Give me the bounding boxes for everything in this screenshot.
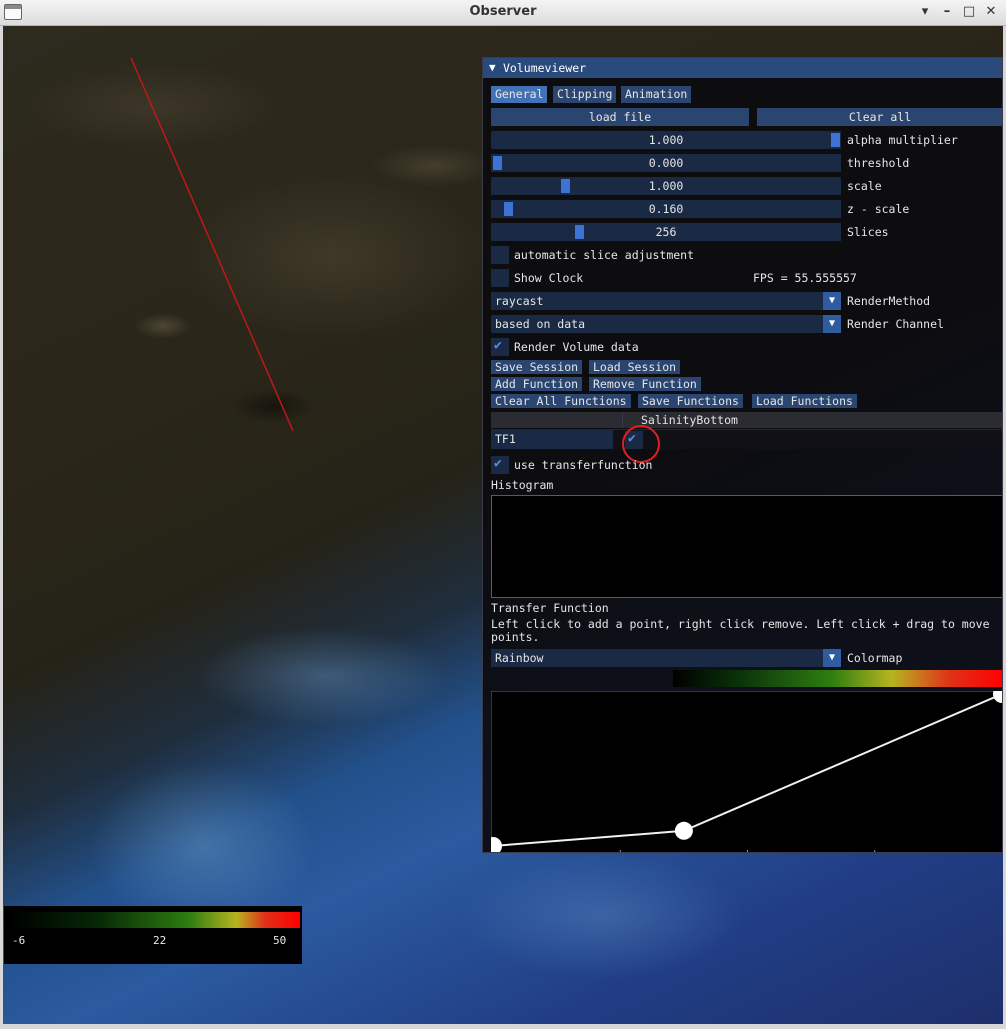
- alpha-multiplier-slider[interactable]: 1.000: [491, 131, 841, 149]
- z-scale-label: z - scale: [847, 202, 910, 216]
- render-channel-value: based on data: [495, 317, 586, 331]
- histogram-label: Histogram: [491, 478, 554, 492]
- render-method-label: RenderMethod: [847, 294, 931, 308]
- tab-animation[interactable]: Animation: [621, 86, 692, 103]
- table-header-empty: [491, 412, 623, 428]
- slider-grab[interactable]: [504, 202, 513, 216]
- load-file-button[interactable]: load file: [491, 108, 749, 126]
- slider-value: 1.000: [648, 133, 684, 147]
- slider-value: 0.000: [648, 156, 684, 170]
- transfer-function-editor[interactable]: [491, 691, 1003, 853]
- slider-value: 1.000: [648, 179, 684, 193]
- slider-grab[interactable]: [493, 156, 502, 170]
- colormap-select[interactable]: Rainbow ▼: [491, 649, 841, 667]
- chevron-down-icon[interactable]: ▼: [823, 292, 841, 310]
- maximize-icon[interactable]: □: [960, 3, 978, 21]
- scale-slider[interactable]: 1.000: [491, 177, 841, 195]
- render-volume-label: Render Volume data: [514, 340, 639, 354]
- slider-grab[interactable]: [575, 225, 584, 239]
- slider-grab[interactable]: [561, 179, 570, 193]
- histogram-plot: [491, 495, 1002, 598]
- scale-label: scale: [847, 179, 882, 193]
- collapse-arrow-icon[interactable]: ▼: [489, 61, 496, 74]
- tab-clipping[interactable]: Clipping: [553, 86, 617, 103]
- slider-value: 256: [655, 225, 677, 239]
- slider-value: 0.160: [648, 202, 684, 216]
- minimize-icon[interactable]: ▾: [916, 3, 934, 21]
- use-transferfunction-checkbox[interactable]: [491, 456, 509, 474]
- tab-general[interactable]: General: [491, 86, 548, 103]
- colormap-ramp: [673, 670, 1002, 687]
- window-titlebar: Observer ▾ – □ ✕: [0, 0, 1006, 26]
- load-session-button[interactable]: Load Session: [589, 360, 681, 374]
- render-channel-label: Render Channel: [847, 317, 944, 331]
- show-clock-label: Show Clock: [514, 271, 584, 285]
- transfer-function-help: Left click to add a point, right click r…: [491, 617, 990, 644]
- use-transferfunction-label: use transferfunction: [514, 458, 653, 472]
- restore-icon[interactable]: –: [938, 3, 956, 21]
- slices-label: Slices: [847, 225, 889, 239]
- volumeviewer-window: ▼ Volumeviewer General Clipping Animatio…: [482, 57, 1003, 853]
- save-functions-button[interactable]: Save Functions: [638, 394, 743, 408]
- clear-all-button[interactable]: Clear all: [757, 108, 1002, 126]
- table-column-header: SalinityBottom: [641, 413, 738, 427]
- transfer-function-label: Transfer Function: [491, 601, 609, 615]
- render-method-select[interactable]: raycast ▼: [491, 292, 841, 310]
- table-row: TF1: [491, 429, 1002, 449]
- legend-mid: 22: [153, 934, 167, 947]
- slider-grab[interactable]: [831, 133, 840, 147]
- function-table: SalinityBottom TF1: [491, 412, 1002, 463]
- chevron-down-icon[interactable]: ▼: [823, 315, 841, 333]
- threshold-label: threshold: [847, 156, 910, 170]
- slices-slider[interactable]: 256: [491, 223, 841, 241]
- window-title: Observer: [469, 4, 537, 19]
- legend-max: 50: [273, 934, 287, 947]
- chevron-down-icon[interactable]: ▼: [823, 649, 841, 667]
- remove-function-button[interactable]: Remove Function: [589, 377, 701, 391]
- function-name[interactable]: TF1: [491, 430, 613, 449]
- alpha-multiplier-label: alpha multiplier: [847, 133, 958, 147]
- render-method-value: raycast: [495, 294, 544, 308]
- clear-all-functions-button[interactable]: Clear All Functions: [491, 394, 631, 408]
- legend-min: -6: [12, 934, 26, 947]
- auto-slice-checkbox[interactable]: [491, 246, 509, 264]
- volumeviewer-title: Volumeviewer: [503, 61, 587, 75]
- close-icon[interactable]: ✕: [982, 3, 1000, 21]
- load-functions-button[interactable]: Load Functions: [752, 394, 857, 408]
- colormap-value: Rainbow: [495, 651, 544, 665]
- save-session-button[interactable]: Save Session: [491, 360, 583, 374]
- table-header: SalinityBottom: [491, 412, 1002, 428]
- fps-readout: FPS = 55.555557: [753, 271, 857, 285]
- transect-line: [130, 57, 294, 432]
- render-channel-select[interactable]: based on data ▼: [491, 315, 841, 333]
- colormap-label: Colormap: [847, 651, 903, 665]
- z-scale-slider[interactable]: 0.160: [491, 200, 841, 218]
- show-clock-checkbox[interactable]: [491, 269, 509, 287]
- volumeviewer-titlebar[interactable]: ▼ Volumeviewer: [483, 58, 1002, 78]
- tf-control-point[interactable]: [674, 821, 693, 840]
- add-function-button[interactable]: Add Function: [491, 377, 583, 391]
- colorbar-legend: -6 22 50: [4, 906, 302, 964]
- colorbar-gradient: [10, 912, 300, 928]
- threshold-slider[interactable]: 0.000: [491, 154, 841, 172]
- render-volume-checkbox[interactable]: [491, 338, 509, 356]
- auto-slice-label: automatic slice adjustment: [514, 248, 695, 262]
